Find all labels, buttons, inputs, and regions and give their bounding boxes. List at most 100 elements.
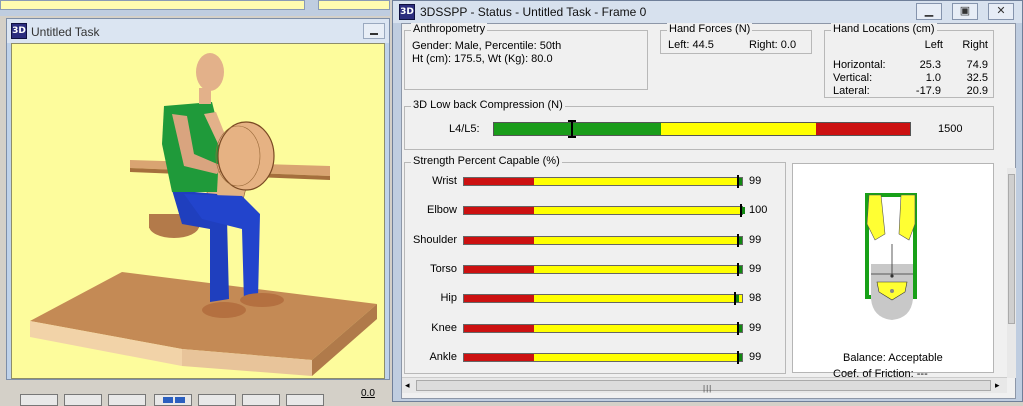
- minimize-button[interactable]: ▁: [916, 3, 942, 20]
- background-window-strip: [0, 0, 390, 16]
- background-cell: [0, 0, 305, 10]
- strength-bar-red: [464, 353, 534, 361]
- strength-bar: [463, 292, 743, 306]
- strength-bar: [463, 233, 743, 247]
- anthropometry-line2: Ht (cm): 175.5, Wt (Kg): 80.0: [412, 53, 553, 65]
- strength-row-label: Elbow: [427, 204, 457, 217]
- compression-marker: [568, 120, 577, 138]
- hand-locations-group: Hand Locations (cm) Left Right Horizonta…: [824, 23, 994, 98]
- hand-loc-row-name: Vertical:: [833, 72, 873, 84]
- prev-frame-button[interactable]: [64, 394, 102, 406]
- strength-row-value: 99: [749, 175, 762, 187]
- hand-locations-label: Hand Locations (cm): [831, 23, 937, 35]
- pause-button[interactable]: [154, 394, 192, 406]
- restore-icon: ▣: [959, 5, 971, 17]
- strength-marker: [737, 233, 739, 247]
- strength-bar-red: [464, 324, 534, 332]
- strength-bar-green: [736, 295, 739, 303]
- compression-zone-yellow: [661, 123, 816, 135]
- hand-loc-right-value: 20.9: [966, 85, 988, 97]
- scroll-left-arrow-icon[interactable]: ◂: [405, 380, 410, 391]
- strength-bar-yellow: [534, 207, 742, 215]
- strength-row-label: Torso: [430, 262, 457, 275]
- strength-bar-green: [739, 353, 742, 361]
- strength-bar-yellow: [534, 265, 742, 273]
- first-frame-button[interactable]: [20, 394, 58, 406]
- compression-value: 1500: [938, 123, 963, 135]
- horizontal-scroll-thumb[interactable]: |||: [416, 380, 991, 393]
- vertical-scroll-thumb[interactable]: [1008, 174, 1015, 324]
- task-window: 3D Untitled Task: [6, 18, 390, 380]
- strength-bar-red: [464, 207, 534, 215]
- step-back-button[interactable]: [108, 394, 146, 406]
- strength-row-label: Shoulder: [412, 233, 457, 246]
- strength-row-label: Ankle: [429, 350, 457, 363]
- strength-row-value: 99: [749, 262, 762, 275]
- compression-zone-green: [494, 123, 662, 135]
- strength-bar-green: [739, 324, 742, 332]
- strength-marker: [740, 204, 742, 218]
- task-window-titlebar[interactable]: 3D Untitled Task: [7, 19, 389, 43]
- strength-bar-red: [464, 178, 534, 185]
- hand-loc-right-value: 74.9: [966, 59, 988, 71]
- strength-marker: [734, 292, 736, 306]
- scroll-right-arrow-icon[interactable]: ▸: [995, 380, 1000, 391]
- anthropometry-label: Anthropometry: [411, 23, 488, 35]
- mannequin-scene: [30, 53, 377, 376]
- strength-row-value: 99: [749, 350, 762, 363]
- compression-bar: [493, 122, 911, 136]
- close-icon: ✕: [996, 5, 1006, 17]
- compression-row-label: L4/L5:: [449, 123, 480, 135]
- strength-bar: [463, 204, 745, 218]
- hand-loc-col-right: Right: [962, 39, 988, 51]
- hand-force-left: Left: 44.5: [668, 39, 714, 51]
- strength-marker: [737, 321, 739, 335]
- strength-bar-red: [464, 236, 534, 244]
- strength-marker: [737, 175, 739, 188]
- vertical-scrollbar[interactable]: [1007, 168, 1016, 378]
- strength-bar-red: [464, 295, 534, 303]
- app-icon: 3D: [11, 23, 27, 39]
- last-frame-button[interactable]: [286, 394, 324, 406]
- strength-row-value: 99: [749, 321, 762, 334]
- restore-button[interactable]: ▣: [952, 3, 978, 20]
- hand-force-right: Right: 0.0: [749, 39, 797, 51]
- strength-bar-green: [739, 236, 742, 244]
- balance-status: Balance: Acceptable: [843, 352, 943, 364]
- balance-panel: Balance: Acceptable Coef. of Friction: -…: [792, 163, 994, 380]
- hand-loc-right-value: 32.5: [966, 72, 988, 84]
- step-forward-button[interactable]: [198, 394, 236, 406]
- strength-bar-yellow: [534, 295, 742, 303]
- strength-row-label: Knee: [431, 321, 457, 334]
- minimize-button[interactable]: [363, 23, 385, 39]
- hand-loc-row-name: Horizontal:: [833, 59, 886, 71]
- status-window-titlebar[interactable]: 3D 3DSSPP - Status - Untitled Task - Fra…: [393, 1, 1022, 23]
- strength-marker: [737, 350, 739, 364]
- app-icon: 3D: [399, 4, 415, 20]
- strength-bar: [463, 175, 743, 188]
- background-cell: [318, 0, 390, 10]
- compression-label: 3D Low back Compression (N): [411, 99, 565, 111]
- anthropometry-line1: Gender: Male, Percentile: 50th: [412, 40, 562, 52]
- strength-row-value: 99: [749, 233, 762, 246]
- compression-zone-red: [815, 123, 910, 135]
- hand-loc-left-value: 1.0: [925, 72, 941, 84]
- close-button[interactable]: ✕: [988, 3, 1014, 20]
- frame-value: 0.0: [361, 388, 375, 399]
- strength-bar-green: [739, 265, 742, 273]
- next-frame-button[interactable]: [242, 394, 280, 406]
- strength-row-value: 100: [749, 204, 768, 217]
- strength-bar-yellow: [534, 236, 742, 244]
- strength-row-value: 98: [749, 292, 762, 305]
- horizontal-scrollbar[interactable]: ◂ ||| ▸: [402, 377, 1007, 393]
- strength-bar: [463, 350, 743, 364]
- strength-bar-yellow: [534, 178, 742, 185]
- task-window-title: Untitled Task: [31, 25, 100, 39]
- balance-diagram: [865, 193, 917, 320]
- 3d-viewport[interactable]: [11, 43, 385, 379]
- round-load: [217, 121, 275, 191]
- hand-forces-label: Hand Forces (N): [667, 23, 753, 35]
- minimize-icon: ▁: [924, 5, 934, 17]
- status-window-title: 3DSSPP - Status - Untitled Task - Frame …: [420, 5, 647, 19]
- strength-group: Strength Percent Capable (%) Wrist 99 Elbo…: [404, 155, 786, 374]
